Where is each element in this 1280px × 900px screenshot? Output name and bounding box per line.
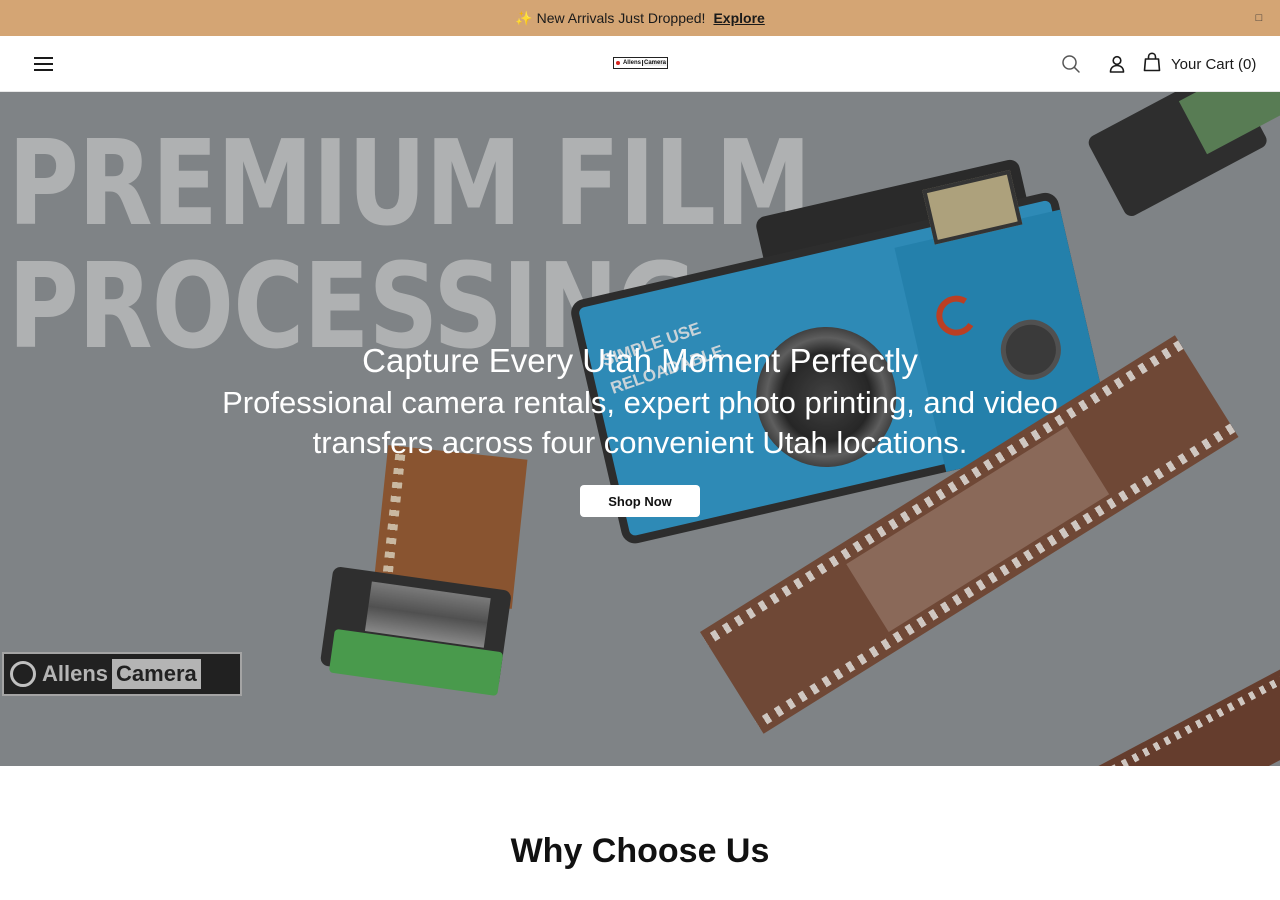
logo-dot-icon: [616, 61, 620, 65]
explore-link[interactable]: Explore: [713, 10, 764, 26]
hamburger-menu-icon[interactable]: [34, 55, 54, 73]
logo-text-part2: Camera: [641, 60, 667, 66]
shopping-bag-icon: [1143, 51, 1161, 77]
cart-label: Your Cart (0): [1171, 55, 1257, 73]
hero-banner: PREMIUM FILM PROCESSING SIMPLE USE RELOA…: [0, 92, 1280, 766]
cart-button[interactable]: Your Cart (0): [1143, 51, 1257, 77]
hero-content: Capture Every Utah Moment Perfectly Prof…: [0, 339, 1280, 463]
logo-text-part1: Allens: [621, 60, 642, 66]
sparkle-icon: ✨: [515, 9, 533, 26]
why-choose-us-heading: Why Choose Us: [510, 832, 770, 870]
site-logo[interactable]: Allens Camera: [613, 57, 668, 69]
announcement-bar: ✨ New Arrivals Just Dropped! Explore □: [0, 0, 1280, 36]
search-icon[interactable]: [1061, 54, 1081, 74]
shop-now-button[interactable]: Shop Now: [580, 485, 700, 517]
close-icon[interactable]: □: [1252, 11, 1266, 25]
hero-title: Capture Every Utah Moment Perfectly: [362, 342, 918, 379]
hero-subtitle: Professional camera rentals, expert phot…: [222, 385, 1058, 460]
user-icon[interactable]: [1107, 54, 1127, 74]
announcement-message: New Arrivals Just Dropped!: [536, 10, 706, 26]
site-header: Allens Camera Your Cart (0): [0, 36, 1280, 92]
